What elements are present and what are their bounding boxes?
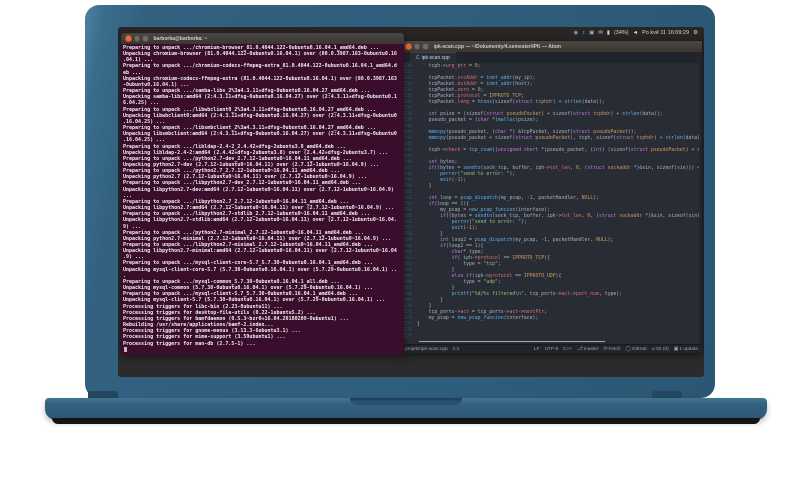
atom-status-bar: projekt/ipk-scan.cpp 1:1 LF UTF-8 C++ ⎇ maste…	[401, 344, 702, 353]
terminal-title: barborka@barborka: ~	[153, 35, 208, 42]
terminal-line: Preparing to unpack .../python2.7-minima…	[123, 229, 364, 236]
terminal-prompt-row	[123, 346, 402, 354]
git-fetch-icon: ⟳	[603, 346, 608, 352]
terminal-line: Unpacking samba-libs:amd64 (2:4.3.11+dfs…	[123, 94, 397, 101]
session-gear-icon[interactable]: ⚙	[693, 30, 698, 37]
laptop-base-bottom	[52, 418, 760, 424]
terminal-cursor	[124, 346, 127, 352]
editor-code[interactable]: ····tcph->urg_ptr = 0; ····tcpPacket.src…	[414, 63, 702, 344]
desktop-screen: ◉ ↕ ▣ ✉ ▮ (34%) ◄ Po kvě 11 16:09:29 ⚙ ipk-scan.…	[118, 27, 704, 377]
terminal-line: Preparing to unpack .../mysql-client-cor…	[123, 260, 373, 267]
atom-tab-bar: C ipk-scan.cpp	[401, 52, 702, 63]
updates[interactable]: ▣ 1 update	[674, 347, 698, 352]
atom-window[interactable]: ipk-scan.cpp — ~/Dokumenty/4.semester/IP…	[400, 40, 703, 353]
line-ending[interactable]: LF	[534, 347, 540, 352]
terminal-line: Unpacking libwbclient0:amd64 (2:4.3.11+d…	[123, 112, 397, 119]
close-icon[interactable]	[125, 35, 132, 42]
cpp-file-icon: C	[416, 55, 420, 61]
git-changes-icon: ±	[651, 346, 655, 352]
encoding[interactable]: UTF-8	[545, 347, 559, 352]
git-branch-icon: ⎇	[577, 346, 583, 352]
terminal-line: Preparing to unpack .../libwbclient0_2%3…	[123, 106, 376, 113]
terminal-line: Unpacking libpython2.7-stdlib:amd64 (2.7…	[123, 217, 397, 224]
grammar[interactable]: C++	[563, 347, 572, 352]
atom-titlebar[interactable]: ipk-scan.cpp — ~/Dokumenty/4.semester/IP…	[401, 41, 702, 52]
terminal-line: Unpacking mysql-client-5.7 (5.7.30-0ubun…	[123, 297, 385, 304]
git-fetch[interactable]: ⟳ Fetch	[603, 347, 620, 352]
github[interactable]: ◯ GitHub	[625, 347, 646, 352]
git-branch[interactable]: ⎇ master	[577, 347, 598, 352]
atom-window-title: ipk-scan.cpp — ~/Dokumenty/4.semester/IP…	[433, 43, 562, 50]
volume-icon[interactable]: ◄	[633, 30, 638, 37]
network-icon[interactable]: ↕	[582, 30, 585, 37]
laptop-base-notch	[350, 398, 462, 405]
terminal-line: Unpacking libpython2.7-dev:amd64 (2.7.12…	[123, 186, 394, 193]
indicator-app-icon[interactable]: ◉	[574, 30, 579, 37]
code-line: ····memcpy(pseudo_packet + sizeof(struct…	[417, 136, 702, 141]
display-icon[interactable]: ▣	[589, 30, 594, 37]
code-line: ····tcph->check = tcp_csum((unsigned sho…	[417, 148, 702, 153]
minimize-icon[interactable]	[413, 43, 420, 50]
terminal-line: Unpacking mysql-client-core-5.7 (5.7.30-…	[123, 266, 397, 273]
terminal-titlebar[interactable]: barborka@barborka: ~	[121, 33, 404, 44]
tab-ipk-scan[interactable]: C ipk-scan.cpp	[410, 52, 456, 63]
updates-icon: ▣	[673, 346, 679, 352]
clock-label: Po kvě 11 16:09:29	[642, 29, 690, 36]
status-left: projekt/ipk-scan.cpp 1:1	[405, 347, 459, 352]
laptop-mockup: ◉ ↕ ▣ ✉ ▮ (34%) ◄ Po kvě 11 16:09:29 ⚙ ipk-scan.…	[0, 0, 800, 477]
system-tray: ◉ ↕ ▣ ✉ ▮ (34%) ◄ Po kvě 11 16:09:29 ⚙	[574, 29, 698, 37]
horizontal-scrollbar[interactable]	[419, 340, 605, 342]
terminal-line: Unpacking libldap-2.4-2:amd64 (2.4.42+df…	[123, 149, 388, 156]
terminal-output[interactable]: Preparing to unpack .../chromium-browser…	[121, 44, 404, 355]
vertical-scrollbar[interactable]	[699, 63, 702, 344]
editor-pane[interactable]: 530 531 532 533 534 535 536 537 538 539 540 541 542 5…	[401, 63, 702, 344]
maximize-icon[interactable]	[142, 35, 149, 42]
battery-icon[interactable]: ▮	[607, 30, 610, 37]
terminal-line: Unpacking libpython2.7-minimal:amd64 (2.…	[123, 248, 397, 255]
terminal-line: Unpacking chromium-browser (81.0.4044.12…	[123, 51, 397, 58]
cursor-position[interactable]: 1:1	[453, 347, 460, 352]
terminal-line: Preparing to unpack .../chromium-codecs-…	[123, 63, 397, 70]
terminal-window[interactable]: barborka@barborka: ~ Preparing to unpack…	[121, 33, 404, 355]
battery-label: (34%)	[613, 29, 629, 36]
tab-label: ipk-scan.cpp	[421, 55, 450, 61]
close-icon[interactable]	[405, 43, 412, 50]
mail-icon[interactable]: ✉	[598, 30, 603, 37]
git-changes[interactable]: ± Git (0)	[652, 347, 669, 352]
status-right: LF UTF-8 C++ ⎇ master ⟳ Fetch ◯ GitHub ± Git (0) ▣ 1…	[534, 347, 698, 352]
file-path[interactable]: projekt/ipk-scan.cpp	[405, 347, 448, 352]
github-icon: ◯	[625, 346, 631, 352]
maximize-icon[interactable]	[422, 43, 429, 50]
minimize-icon[interactable]	[133, 35, 140, 42]
terminal-line: Preparing to unpack .../libpython2.7-dev…	[123, 180, 361, 187]
laptop-base	[45, 398, 767, 420]
